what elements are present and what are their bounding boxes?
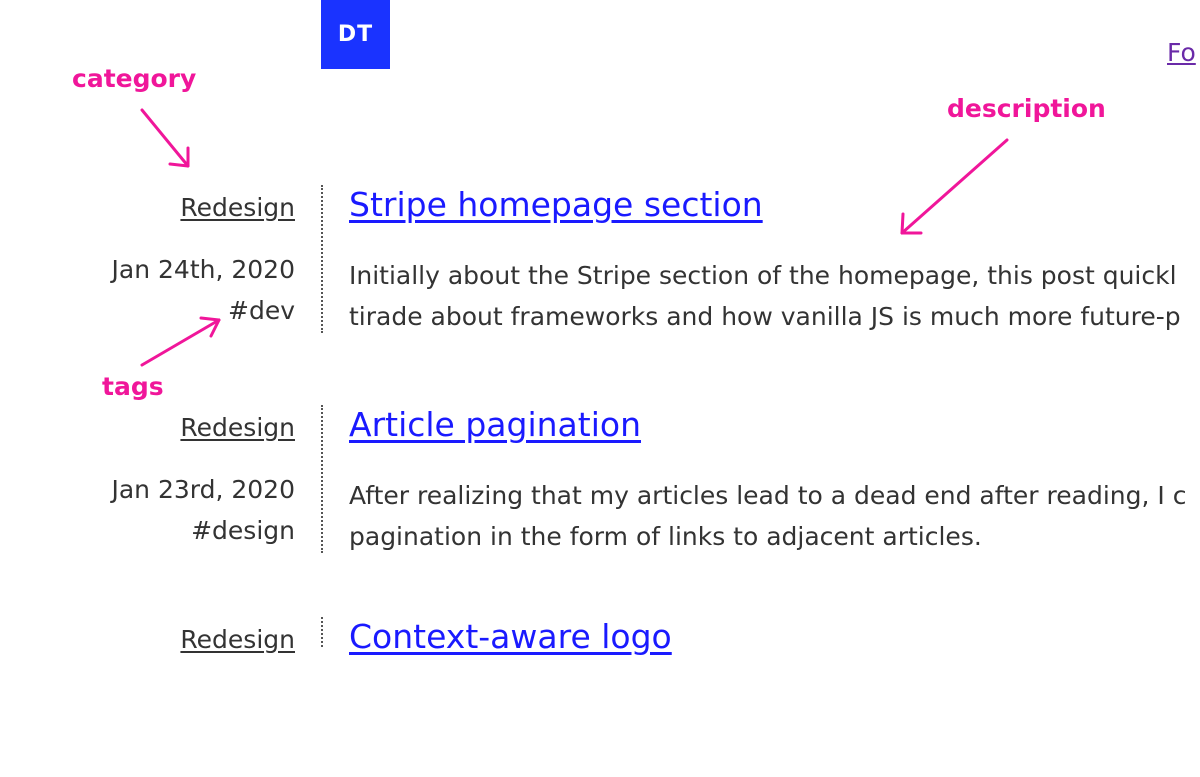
description-line: Initially about the Stripe section of th…: [349, 261, 1177, 290]
description-line: tirade about frameworks and how vanilla …: [349, 302, 1181, 331]
article-description: After realizing that my articles lead to…: [349, 475, 1186, 557]
description-line: pagination in the form of links to adjac…: [349, 522, 982, 551]
category-link[interactable]: Redesign: [180, 625, 295, 654]
entry-divider: [321, 185, 323, 333]
arrow-to-category-icon: [140, 108, 190, 168]
article-title-link[interactable]: Article pagination: [349, 405, 641, 444]
article-tag[interactable]: #design: [191, 516, 295, 545]
category-link[interactable]: Redesign: [180, 413, 295, 442]
article-entry: Redesign Jan 23rd, 2020 #design Article …: [0, 405, 1200, 565]
article-description: Initially about the Stripe section of th…: [349, 255, 1181, 337]
article-date: Jan 23rd, 2020: [111, 475, 295, 504]
article-tag[interactable]: #dev: [228, 296, 295, 325]
article-title-link[interactable]: Stripe homepage section: [349, 185, 763, 224]
article-entry: Redesign Context-aware logo: [0, 617, 1200, 777]
article-entry: Redesign Jan 24th, 2020 #dev Stripe home…: [0, 185, 1200, 345]
description-line: After realizing that my articles lead to…: [349, 481, 1187, 510]
category-link[interactable]: Redesign: [180, 193, 295, 222]
entry-divider: [321, 405, 323, 553]
entry-divider: [321, 617, 323, 647]
article-date: Jan 24th, 2020: [111, 255, 295, 284]
article-title-link[interactable]: Context-aware logo: [349, 617, 672, 656]
